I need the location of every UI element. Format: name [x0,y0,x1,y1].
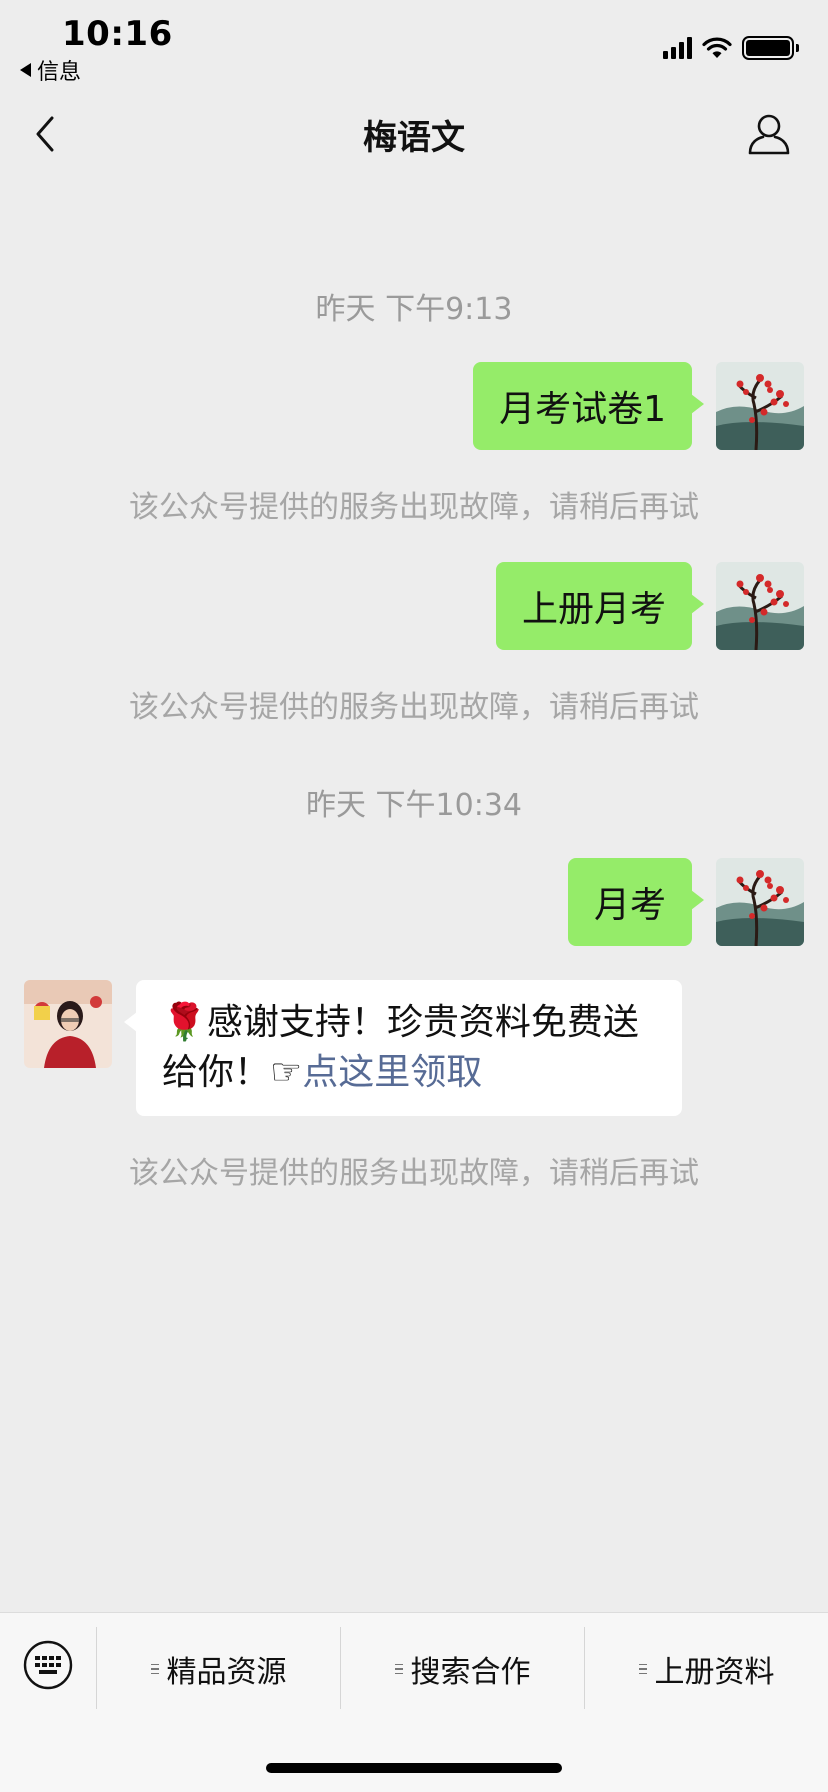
cellular-signal-icon [663,37,692,59]
outgoing-message-bubble[interactable]: 月考 [567,858,705,946]
chat-screen: 10:16 信息 梅语文 昨天 下午9:13 月考试卷1 该公众号提供的服务出现… [0,0,828,1792]
back-triangle-icon [20,63,31,77]
profile-icon[interactable] [746,112,792,156]
incoming-message-bubble: 🌹感谢支持！珍贵资料免费送给你！☞点这里领取 [124,980,682,1116]
chat-title: 梅语文 [363,118,465,158]
menu-item-premium-resources[interactable]: 精品资源 [97,1629,340,1709]
keyboard-icon[interactable] [22,1639,74,1691]
menu-item-volume-one-materials[interactable]: 上册资料 [585,1629,828,1709]
status-time: 10:16 [62,14,173,54]
menu-list-icon [394,1663,403,1675]
menu-list-icon [638,1663,647,1675]
pointing-hand-icon: ☞ [270,1052,303,1093]
system-notice: 该公众号提供的服务出现故障，请稍后再试 [129,490,699,525]
outgoing-message-bubble[interactable]: 上册月考 [495,562,705,650]
outgoing-message-bubble[interactable]: 月考试卷1 [473,362,704,450]
timestamp: 昨天 下午9:13 [315,292,513,327]
menu-item-label: 上册资料 [654,1655,775,1690]
menu-item-label: 搜索合作 [410,1655,531,1690]
my-avatar[interactable] [716,858,804,946]
menu-list-icon [150,1663,159,1675]
claim-link[interactable]: 点这里领取 [302,1052,482,1093]
status-back-label: 信息 [37,60,82,85]
timestamp: 昨天 下午10:34 [306,788,522,823]
menu-item-search-cooperation[interactable]: 搜索合作 [341,1629,584,1709]
menu-item-label: 精品资源 [166,1655,287,1690]
rose-emoji: 🌹 [162,1002,207,1043]
my-avatar[interactable] [716,362,804,450]
battery-icon [742,36,799,60]
my-avatar[interactable] [716,562,804,650]
status-icons [663,36,799,60]
official-account-avatar[interactable] [24,980,112,1068]
system-notice: 该公众号提供的服务出现故障，请稍后再试 [129,1156,699,1191]
wifi-icon [702,37,732,58]
status-back-to-app[interactable]: 信息 [20,54,81,86]
system-notice: 该公众号提供的服务出现故障，请稍后再试 [129,690,699,725]
home-indicator[interactable] [266,1763,562,1773]
